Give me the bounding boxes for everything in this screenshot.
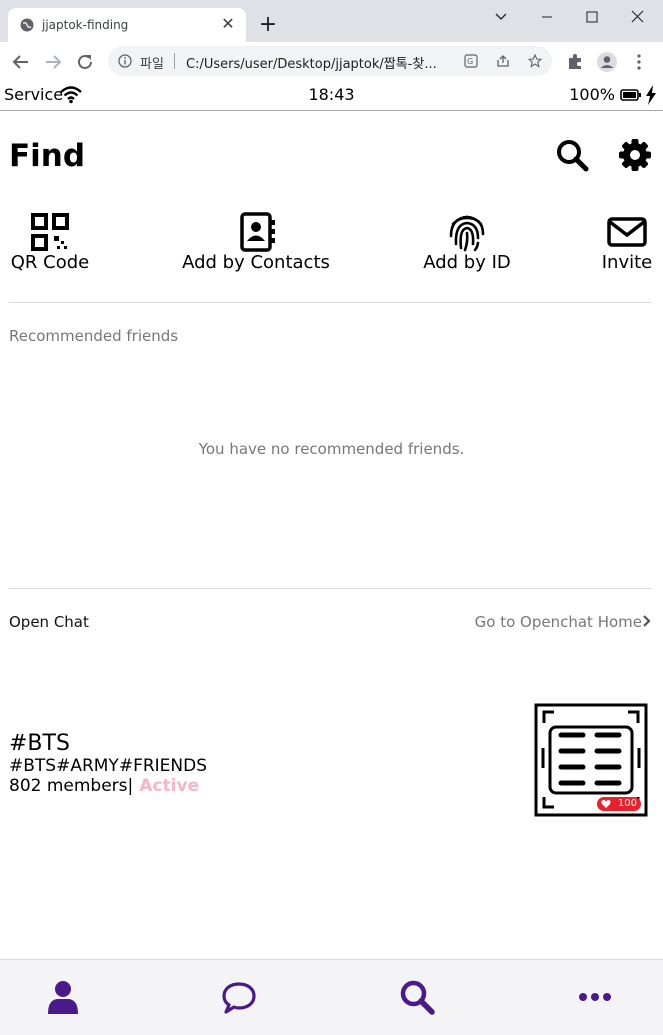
svg-text:G: G (467, 57, 473, 66)
site-label: 파일 (140, 57, 164, 72)
openchat-home-link[interactable]: Go to Openchat Home (475, 613, 651, 631)
back-arrow-icon[interactable] (10, 51, 32, 73)
page-title: Find (9, 138, 86, 174)
battery-percent: 100% (569, 85, 615, 104)
chat-bubble-icon[interactable] (221, 979, 257, 1015)
member-count: 802 members| (9, 776, 134, 796)
translate-icon[interactable]: G (464, 54, 478, 68)
battery-icon (620, 89, 641, 101)
address-bar[interactable]: 파일 C:/Users/user/Desktop/jjaptok/짭톡-찾...… (108, 46, 552, 76)
search-icon[interactable] (555, 138, 589, 172)
qr-code-button[interactable]: QR Code (9, 212, 91, 273)
profile-avatar-icon[interactable] (596, 51, 618, 73)
globe-icon (20, 18, 34, 32)
browser-menu-icon[interactable] (628, 51, 650, 73)
browser-tab[interactable]: jjaptok-finding ✕ (8, 8, 246, 42)
bookmark-star-icon[interactable] (528, 54, 542, 68)
empty-recommendations-message: You have no recommended friends. (198, 440, 465, 458)
browser-toolbar: 파일 C:/Users/user/Desktop/jjaptok/짭톡-찾...… (0, 42, 663, 83)
bottom-navigation (0, 959, 663, 1035)
add-by-contacts-label: Add by Contacts (182, 252, 330, 273)
contacts-book-icon (240, 212, 275, 252)
active-status: Active (139, 776, 200, 796)
gear-icon[interactable] (618, 138, 652, 172)
recommended-friends-label: Recommended friends (9, 327, 179, 345)
invite-label: Invite (601, 252, 653, 273)
minimize-icon[interactable] (530, 6, 564, 28)
envelope-icon (607, 217, 647, 247)
divider (9, 588, 651, 589)
chevron-right-icon (643, 615, 651, 627)
chat-room-title: #BTS (9, 731, 70, 756)
reload-icon[interactable] (74, 51, 96, 73)
openchat-home-text: Go to Openchat Home (474, 613, 642, 631)
status-bar: Service 18:43 100% (0, 82, 663, 111)
person-icon[interactable] (45, 979, 81, 1015)
more-icon[interactable] (577, 979, 613, 1015)
heart-icon (601, 799, 611, 808)
window-close-icon[interactable] (620, 6, 654, 28)
like-badge: 100 (597, 797, 641, 811)
invite-button[interactable]: Invite (600, 212, 654, 273)
charging-bolt-icon (646, 85, 656, 105)
tab-close-icon[interactable]: ✕ (218, 14, 238, 34)
open-chat-label: Open Chat (9, 613, 89, 631)
share-icon[interactable] (496, 54, 510, 68)
chat-room-tags: #BTS#ARMY#FRIENDS (9, 756, 208, 776)
like-count: 100 (617, 798, 637, 809)
chat-room-members: 802 members| Active (9, 776, 199, 796)
new-tab-button[interactable]: + (256, 13, 280, 37)
add-by-contacts-button[interactable]: Add by Contacts (176, 212, 336, 273)
fingerprint-icon (449, 215, 485, 252)
qr-code-icon (31, 213, 69, 251)
add-by-id-button[interactable]: Add by ID (418, 212, 516, 273)
extensions-puzzle-icon[interactable] (564, 51, 586, 73)
qr-code-label: QR Code (10, 252, 90, 273)
tab-title: jjaptok-finding (42, 18, 129, 32)
info-icon[interactable] (118, 54, 132, 68)
tab-search-icon[interactable] (484, 6, 518, 28)
search-nav-icon[interactable] (399, 979, 435, 1015)
add-by-id-label: Add by ID (423, 252, 511, 273)
divider (9, 302, 651, 303)
clock-text: 18:43 (308, 85, 355, 104)
url-text[interactable]: C:/Users/user/Desktop/jjaptok/짭톡-찾... (186, 53, 456, 72)
maximize-icon[interactable] (575, 6, 609, 28)
address-separator (174, 53, 175, 69)
browser-tab-bar: jjaptok-finding ✕ + (0, 0, 663, 42)
forward-arrow-icon[interactable] (42, 51, 64, 73)
